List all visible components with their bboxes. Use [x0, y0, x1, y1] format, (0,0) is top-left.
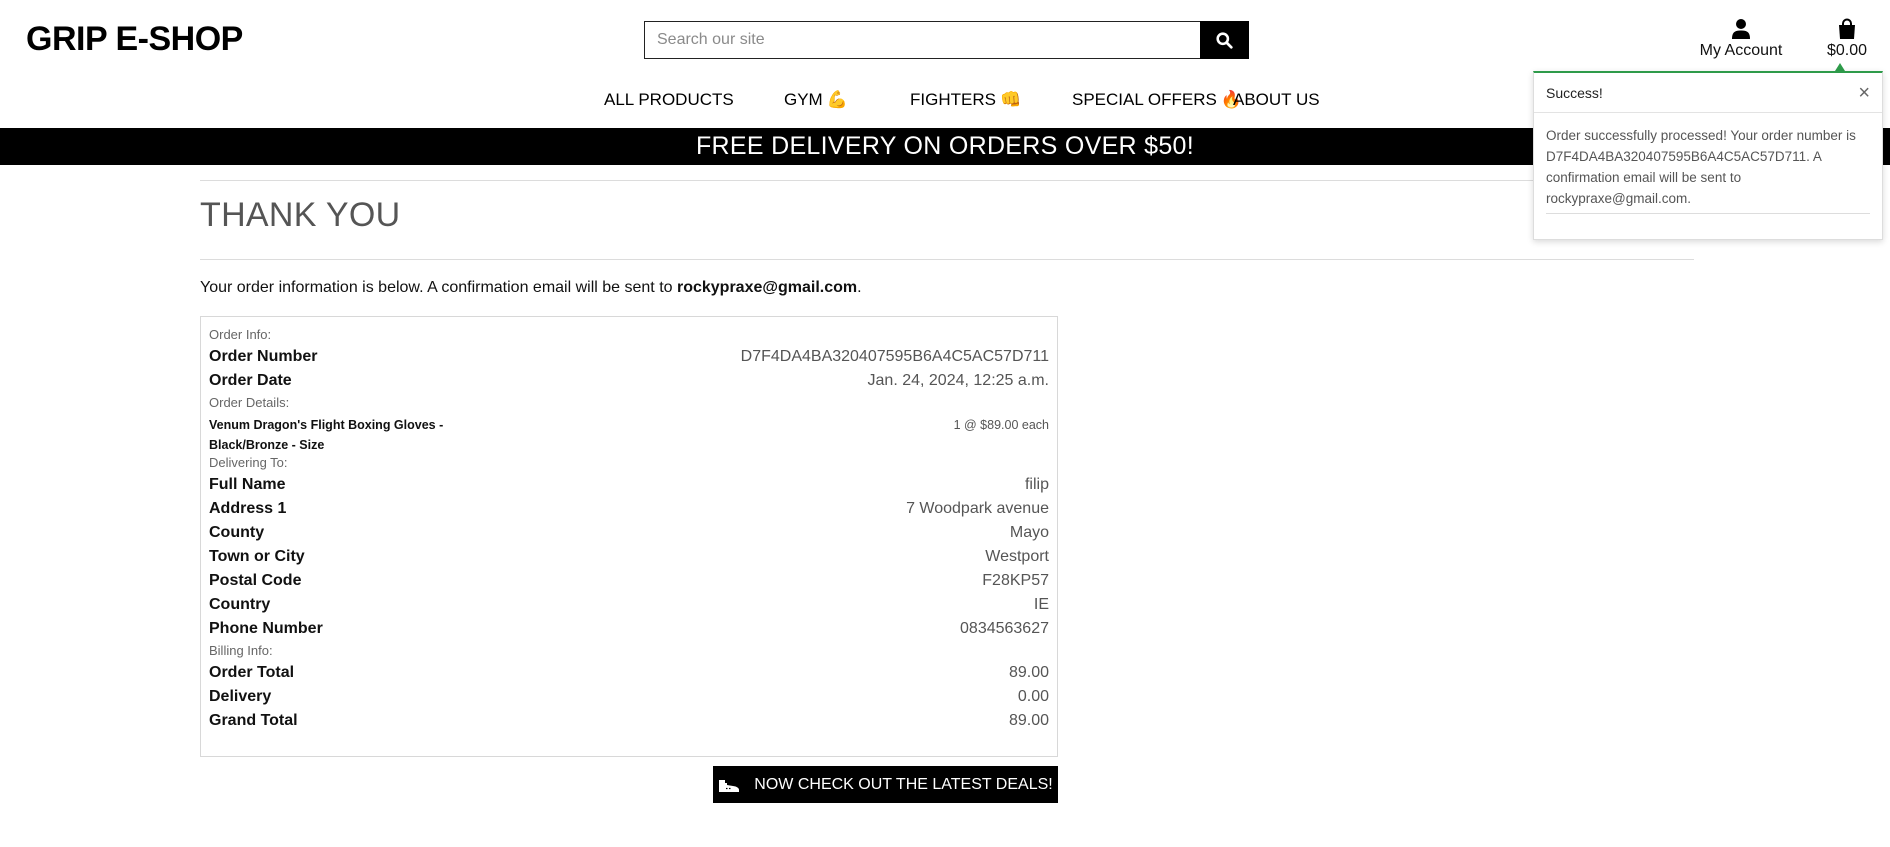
row-value: IE — [1033, 596, 1049, 613]
latest-deals-label: NOW CHECK OUT THE LATEST DEALS! — [754, 775, 1053, 793]
row-label: Order Number — [209, 348, 318, 365]
row-label: Full Name — [209, 476, 286, 493]
intro-email: rockypraxe@gmail.com — [676, 279, 858, 296]
shoe-icon — [719, 779, 740, 792]
toast-title: Success! — [1546, 84, 1603, 101]
delivery-row: Postal Code F28KP57 — [209, 569, 1049, 593]
page-title: THANK YOU — [200, 196, 401, 234]
order-date-value: Jan. 24, 2024, 12:25 a.m. — [867, 372, 1049, 389]
close-icon[interactable]: × — [1858, 83, 1870, 103]
nav-label: FIGHTERS — [910, 90, 996, 109]
flexed-biceps-icon: 💪 — [826, 90, 848, 109]
row-label: Phone Number — [209, 620, 323, 637]
item-name: Venum Dragon's Flight Boxing Gloves - Bl… — [209, 418, 444, 452]
nav-label: GYM — [784, 90, 823, 109]
order-date-row: Order Date Jan. 24, 2024, 12:25 a.m. — [209, 369, 1049, 393]
billing-row: Order Total 89.00 — [209, 661, 1049, 685]
row-value: Mayo — [1009, 524, 1049, 541]
latest-deals-button[interactable]: NOW CHECK OUT THE LATEST DEALS! — [713, 766, 1058, 803]
success-toast: Success! × Order successfully processed!… — [1533, 71, 1883, 240]
shopping-bag-link[interactable]: $0.00 — [1822, 16, 1872, 60]
search-button[interactable] — [1200, 21, 1249, 59]
row-label: Postal Code — [209, 572, 302, 589]
toast-divider — [1546, 213, 1870, 214]
row-label: Address 1 — [209, 500, 287, 517]
order-number-value: D7F4DA4BA320407595B6A4C5AC57D711 — [740, 348, 1049, 365]
nav-label: ABOUT US — [1233, 90, 1320, 109]
intro-end: . — [857, 279, 862, 296]
nav-fighters[interactable]: FIGHTERS 👊 — [910, 90, 1021, 110]
section-label-order-info: Order Info: — [209, 327, 272, 342]
delivery-row: Address 1 7 Woodpark avenue — [209, 497, 1049, 521]
my-account-link[interactable]: My Account — [1698, 16, 1784, 60]
billing-row: Delivery 0.00 — [209, 685, 1049, 709]
row-label: County — [209, 524, 265, 541]
nav-all-products[interactable]: ALL PRODUCTS — [604, 90, 734, 110]
row-label: Order Total — [209, 664, 295, 681]
row-label: Country — [209, 596, 271, 613]
row-value: 0834563627 — [960, 620, 1049, 637]
toast-pointer — [1835, 63, 1845, 71]
order-summary: Order Info: Order Number D7F4DA4BA320407… — [200, 316, 1058, 757]
order-number-row: Order Number D7F4DA4BA320407595B6A4C5AC5… — [209, 345, 1049, 369]
nav-gym[interactable]: GYM 💪 — [784, 90, 848, 110]
delivery-row: Full Name filip — [209, 473, 1049, 497]
row-value: filip — [1024, 476, 1049, 493]
section-label-order-details: Order Details: — [209, 395, 290, 410]
bag-total: $0.00 — [1826, 42, 1868, 59]
delivery-row: County Mayo — [209, 521, 1049, 545]
brand-logo[interactable]: GRIP E-SHOP — [26, 20, 243, 59]
row-value: 89.00 — [1008, 712, 1049, 729]
user-icon — [1732, 19, 1750, 39]
order-item: Venum Dragon's Flight Boxing Gloves - Bl… — [209, 413, 1049, 453]
divider — [200, 180, 1694, 181]
intro-text: Your order information is below. A confi… — [200, 279, 862, 297]
row-value: 0.00 — [1017, 688, 1049, 705]
nav-about-us[interactable]: ABOUT US — [1233, 90, 1320, 110]
section-label-billing-info: Billing Info: — [209, 643, 273, 658]
search-input[interactable] — [644, 21, 1200, 59]
section-label-delivering-to: Delivering To: — [209, 455, 288, 470]
my-account-label: My Account — [1699, 42, 1783, 59]
divider — [200, 259, 1694, 260]
fist-icon: 👊 — [999, 90, 1022, 109]
item-quantity-price: 1 @ $89.00 each — [953, 418, 1049, 432]
toast-message: Order successfully processed! Your order… — [1546, 128, 1856, 206]
row-value: 89.00 — [1008, 664, 1049, 681]
search-bar — [644, 21, 1249, 59]
nav-special-offers[interactable]: SPECIAL OFFERS 🔥 — [1072, 90, 1242, 110]
row-label: Order Date — [209, 372, 292, 389]
row-value: F28KP57 — [982, 572, 1049, 589]
row-value: 7 Woodpark avenue — [906, 500, 1049, 517]
intro-label: Your order information is below. A confi… — [200, 279, 677, 296]
delivery-row: Phone Number 0834563627 — [209, 617, 1049, 641]
billing-row: Grand Total 89.00 — [209, 709, 1049, 733]
delivery-row: Town or City Westport — [209, 545, 1049, 569]
nav-label: ALL PRODUCTS — [604, 90, 734, 109]
search-icon — [1216, 31, 1233, 49]
row-value: Westport — [985, 548, 1049, 565]
row-label: Delivery — [209, 688, 272, 705]
toast-header: Success! × — [1534, 73, 1882, 113]
shopping-bag-icon — [1839, 18, 1855, 39]
nav-label: SPECIAL OFFERS — [1072, 90, 1217, 109]
row-label: Grand Total — [209, 712, 298, 729]
row-label: Town or City — [209, 548, 305, 565]
delivery-row: Country IE — [209, 593, 1049, 617]
